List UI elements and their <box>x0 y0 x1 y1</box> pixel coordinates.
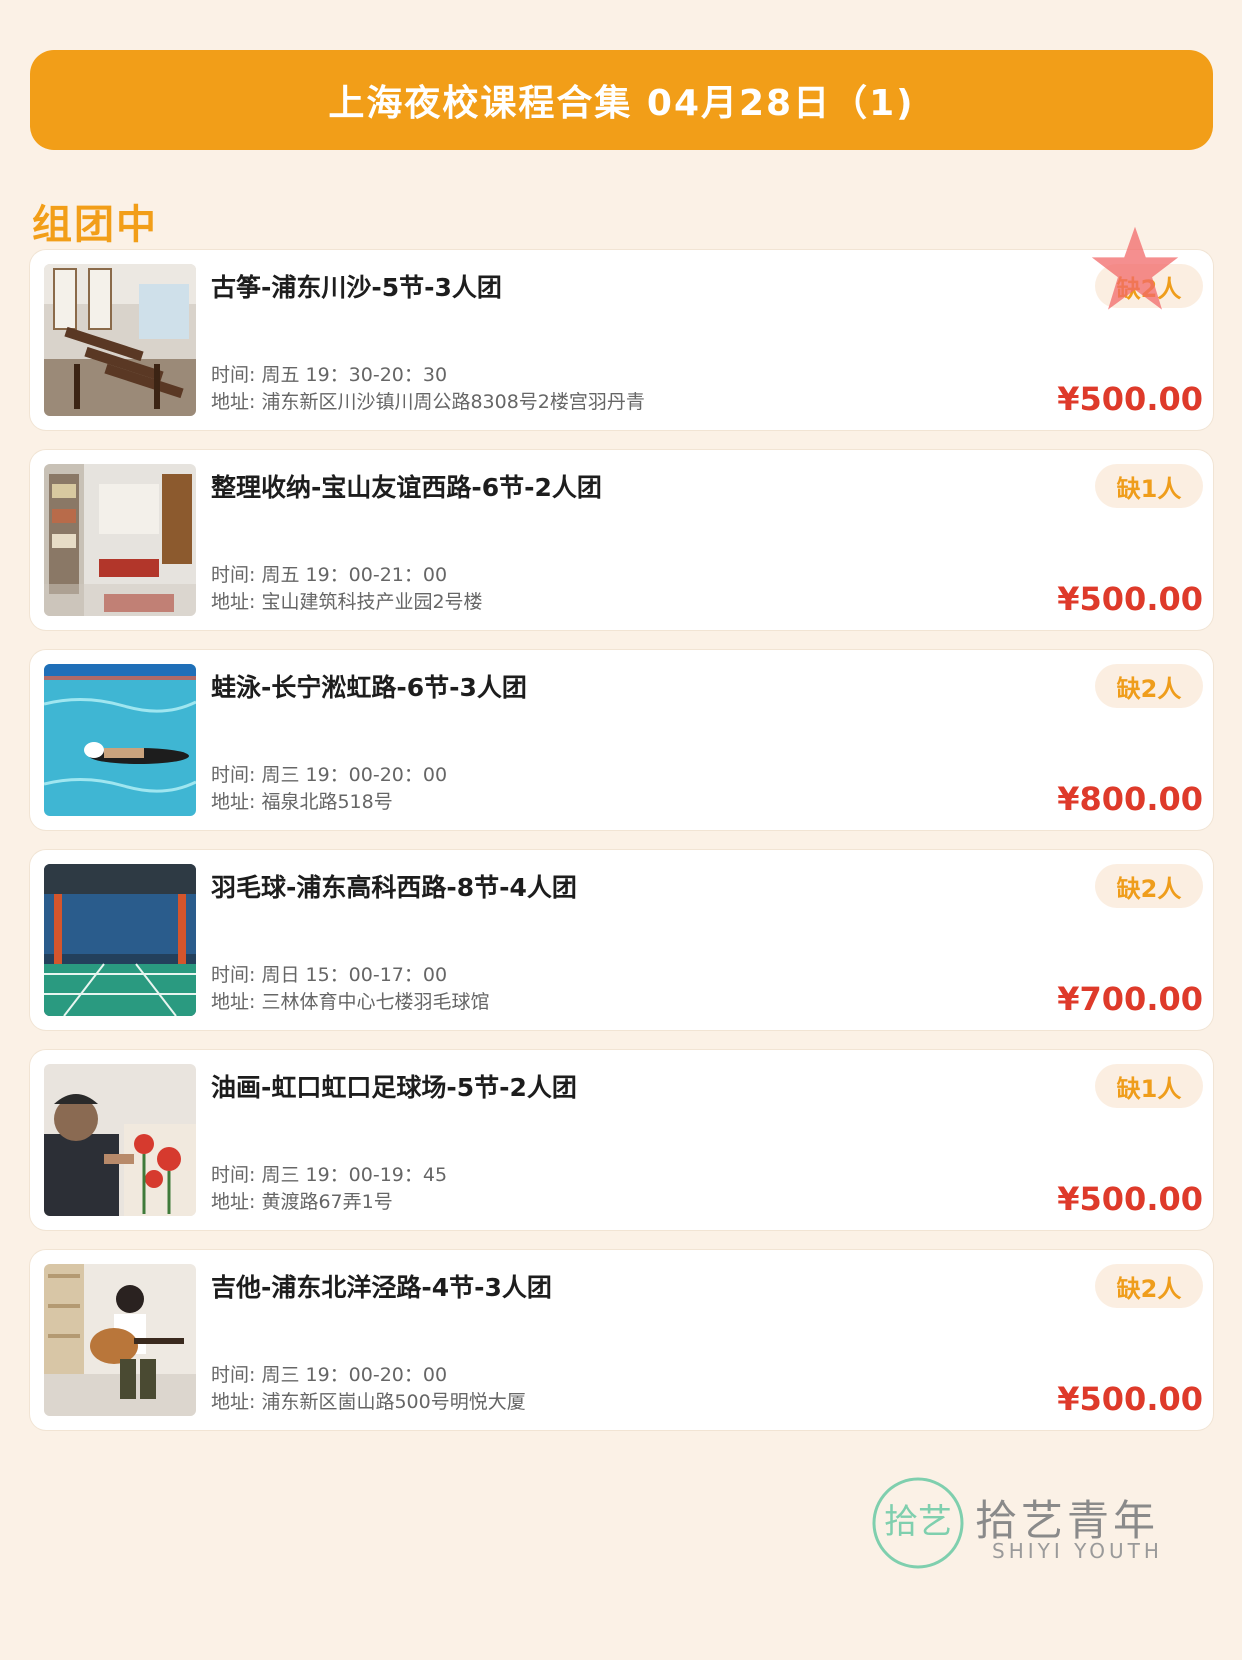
brand-logo: 拾艺 拾艺青年 SHIYI YOUTH <box>870 1475 1170 1575</box>
vacancy-badge: 缺1人 <box>1095 464 1203 508</box>
guitar-player-photo <box>44 1264 196 1416</box>
course-time: 时间: 周三 19：00-19：45 <box>211 1164 448 1186</box>
course-address: 地址: 浦东新区崮山路500号明悦大厦 <box>211 1391 526 1413</box>
course-card[interactable]: 羽毛球-浦东高科西路-8节-4人团 时间: 周日 15：00-17：00 地址:… <box>30 850 1213 1030</box>
course-address: 地址: 三林体育中心七楼羽毛球馆 <box>211 991 490 1013</box>
course-card[interactable]: 吉他-浦东北洋泾路-4节-3人团 时间: 周三 19：00-20：00 地址: … <box>30 1250 1213 1430</box>
course-time: 时间: 周日 15：00-17：00 <box>211 964 448 986</box>
course-address: 地址: 宝山建筑科技产业园2号楼 <box>211 591 483 613</box>
swimming-pool-photo <box>44 664 196 816</box>
course-price: ¥500.00 <box>1057 580 1203 618</box>
oil-painting-photo <box>44 1064 196 1216</box>
section-title: 组团中 <box>32 202 158 248</box>
course-address: 地址: 黄渡路67弄1号 <box>211 1191 393 1213</box>
course-title: 古筝-浦东川沙-5节-3人团 <box>211 273 502 302</box>
course-time: 时间: 周三 19：00-20：00 <box>211 764 448 786</box>
course-title: 羽毛球-浦东高科西路-8节-4人团 <box>211 873 577 902</box>
course-time: 时间: 周五 19：00-21：00 <box>211 564 448 586</box>
course-card[interactable]: 油画-虹口虹口足球场-5节-2人团 时间: 周三 19：00-19：45 地址:… <box>30 1050 1213 1230</box>
course-card[interactable]: 蛙泳-长宁淞虹路-6节-3人团 时间: 周三 19：00-20：00 地址: 福… <box>30 650 1213 830</box>
star-icon <box>1090 225 1180 315</box>
vacancy-badge: 缺1人 <box>1095 1064 1203 1108</box>
vacancy-badge: 缺2人 <box>1095 864 1203 908</box>
course-title: 油画-虹口虹口足球场-5节-2人团 <box>211 1073 577 1102</box>
course-card[interactable]: 古筝-浦东川沙-5节-3人团 时间: 周五 19：30-20：30 地址: 浦东… <box>30 250 1213 430</box>
title-banner: 上海夜校课程合集 04月28日（1) <box>30 50 1213 150</box>
course-time: 时间: 周五 19：30-20：30 <box>211 364 448 386</box>
course-title: 吉他-浦东北洋泾路-4节-3人团 <box>211 1273 552 1302</box>
course-title: 整理收纳-宝山友谊西路-6节-2人团 <box>211 473 602 502</box>
banner-title: 上海夜校课程合集 04月28日（1) <box>328 83 915 124</box>
course-address: 地址: 浦东新区川沙镇川周公路8308号2楼宫羽丹青 <box>211 391 645 413</box>
vacancy-badge: 缺2人 <box>1095 1264 1203 1308</box>
logo-mark-icon: 拾艺 <box>870 1475 966 1571</box>
course-card[interactable]: 整理收纳-宝山友谊西路-6节-2人团 时间: 周五 19：00-21：00 地址… <box>30 450 1213 630</box>
course-price: ¥500.00 <box>1057 1380 1203 1418</box>
logo-mark-text: 拾艺 <box>884 1502 952 1542</box>
guzheng-room-photo <box>44 264 196 416</box>
logo-name-en: SHIYI YOUTH <box>992 1539 1163 1563</box>
course-price: ¥700.00 <box>1057 980 1203 1018</box>
course-price: ¥500.00 <box>1057 380 1203 418</box>
vacancy-badge: 缺2人 <box>1095 664 1203 708</box>
badminton-court-photo <box>44 864 196 1016</box>
storage-classroom-photo <box>44 464 196 616</box>
course-time: 时间: 周三 19：00-20：00 <box>211 1364 448 1386</box>
course-price: ¥800.00 <box>1057 780 1203 818</box>
course-address: 地址: 福泉北路518号 <box>211 791 393 813</box>
course-price: ¥500.00 <box>1057 1180 1203 1218</box>
course-title: 蛙泳-长宁淞虹路-6节-3人团 <box>211 673 527 702</box>
